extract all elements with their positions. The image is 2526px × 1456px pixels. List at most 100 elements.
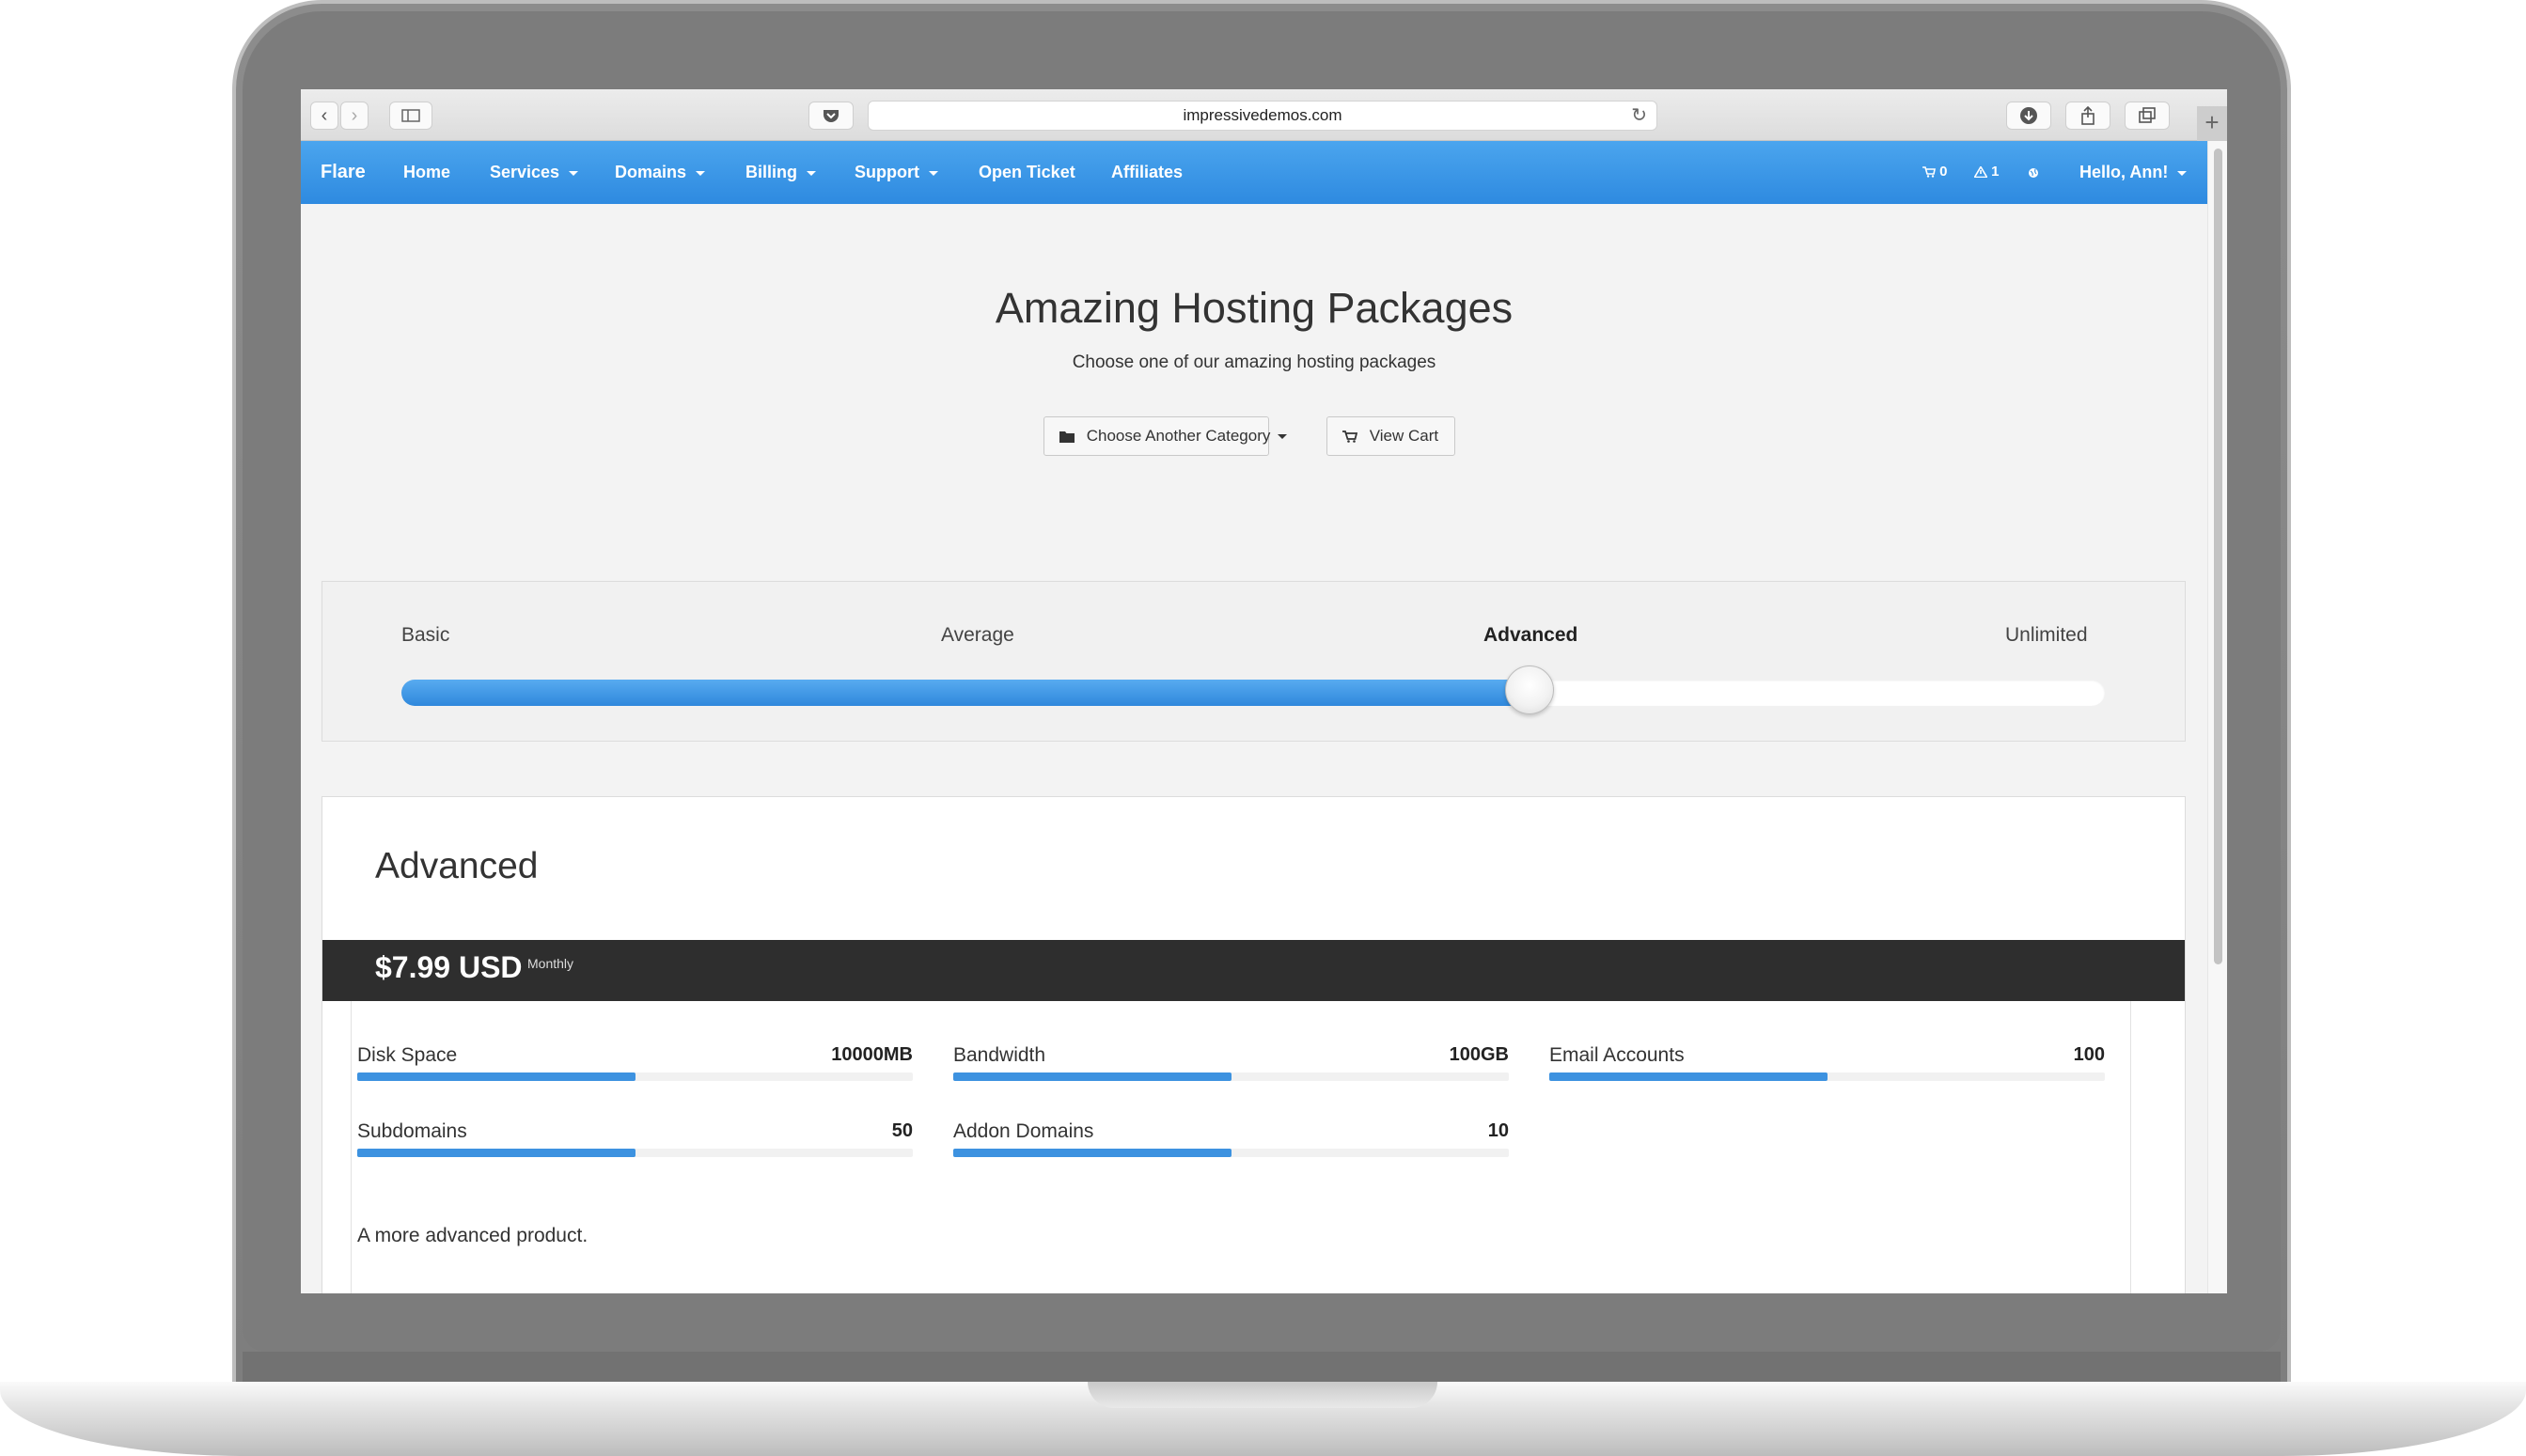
feature-bar-fill: [953, 1072, 1232, 1081]
tier-label-unlimited[interactable]: Unlimited: [2005, 624, 2088, 647]
back-button[interactable]: ‹: [310, 102, 338, 130]
caret-down-icon: [929, 170, 938, 176]
nav-services[interactable]: Services: [490, 141, 579, 204]
feature-bar: [357, 1072, 913, 1081]
page-content: Amazing Hosting Packages Choose one of o…: [301, 204, 2207, 1293]
feature-value: 100GB: [1449, 1044, 1509, 1065]
tier-label-advanced[interactable]: Advanced: [1483, 624, 1577, 647]
product-description: A more advanced product.: [357, 1225, 588, 1246]
browser-toolbar: ‹ › impressivedemos.com ↻ +: [301, 89, 2227, 141]
choose-category-button[interactable]: Choose Another Category: [1043, 416, 1288, 456]
warning-icon: [1973, 164, 1988, 179]
nav-billing-label: Billing: [745, 163, 797, 181]
nav-billing[interactable]: Billing: [745, 141, 816, 204]
tabs-icon: [2139, 107, 2156, 123]
choose-category-label: Choose Another Category: [1086, 427, 1271, 445]
feature-bar-fill: [357, 1072, 635, 1081]
nav-domains[interactable]: Domains: [615, 141, 706, 204]
screen: ‹ › impressivedemos.com ↻ + Flare Home S…: [301, 89, 2227, 1293]
feature-bar: [953, 1149, 1509, 1157]
feature-label: Addon Domains: [953, 1120, 1094, 1142]
nav-user-menu[interactable]: Hello, Ann!: [2079, 141, 2188, 204]
nav-affiliates[interactable]: Affiliates: [1111, 141, 1183, 204]
user-greeting: Hello, Ann!: [2079, 163, 2169, 181]
brand-logo[interactable]: Flare: [321, 141, 366, 204]
page-subtitle: Choose one of our amazing hosting packag…: [1072, 352, 1436, 372]
feature-label: Email Accounts: [1549, 1044, 1685, 1066]
nav-support-label: Support: [855, 163, 919, 181]
tier-label-average[interactable]: Average: [941, 624, 1014, 647]
caret-down-icon: [569, 170, 579, 176]
feature-bar-fill: [357, 1149, 635, 1157]
nav-cart[interactable]: 0: [1922, 141, 1948, 204]
feature-value: 100: [2073, 1044, 2105, 1065]
nav-home[interactable]: Home: [403, 141, 450, 204]
tier-label-basic[interactable]: Basic: [401, 624, 449, 647]
alerts-count: 1: [1991, 164, 2000, 180]
share-icon: [2081, 106, 2095, 125]
feature-list: Disk Space 10000MB Bandwidth 100GB Email…: [351, 1001, 2131, 1293]
scrollbar-thumb[interactable]: [2214, 149, 2222, 964]
feature-disk-space: Disk Space 10000MB: [357, 1044, 913, 1088]
reload-icon[interactable]: ↻: [1631, 102, 1647, 130]
feature-bandwidth: Bandwidth 100GB: [953, 1044, 1509, 1088]
globe-icon: [2029, 168, 2038, 179]
feature-label: Disk Space: [357, 1044, 458, 1066]
tabs-overview-button[interactable]: [2125, 102, 2170, 130]
feature-email-accounts: Email Accounts 100: [1549, 1044, 2105, 1088]
feature-bar: [1549, 1072, 2105, 1081]
nav-domains-label: Domains: [615, 163, 687, 181]
feature-bar-fill: [953, 1149, 1232, 1157]
page-scrollbar[interactable]: [2207, 141, 2227, 1293]
chevron-left-icon: ‹: [321, 104, 328, 126]
billing-cycle: Monthly: [527, 956, 574, 971]
nav-support[interactable]: Support: [855, 141, 938, 204]
caret-down-icon: [1278, 434, 1288, 440]
nav-services-label: Services: [490, 163, 560, 181]
cart-count: 0: [1939, 164, 1948, 180]
laptop-notch: [1088, 1382, 1437, 1408]
feature-bar: [953, 1072, 1509, 1081]
view-cart-button[interactable]: View Cart: [1326, 416, 1455, 456]
forward-button[interactable]: ›: [340, 102, 369, 130]
cart-icon: [1342, 431, 1358, 443]
sidebar-toggle-button[interactable]: [389, 102, 432, 130]
sidebar-icon: [401, 109, 420, 122]
nav-alerts[interactable]: 1: [1973, 141, 2000, 204]
chevron-right-icon: ›: [351, 104, 358, 126]
caret-down-icon: [696, 170, 706, 176]
plus-icon: +: [2204, 108, 2220, 136]
feature-addon-domains: Addon Domains 10: [953, 1120, 1509, 1164]
pocket-icon: [824, 110, 839, 122]
feature-value: 50: [891, 1120, 913, 1141]
product-price: $7.99 USD: [375, 950, 523, 984]
cart-icon: [1922, 166, 1936, 178]
slider-track[interactable]: [401, 680, 2105, 706]
share-button[interactable]: [2065, 102, 2110, 130]
product-name: Advanced: [375, 846, 539, 886]
product-card: Advanced $7.99 USD Monthly Disk Space 10…: [322, 796, 2186, 1293]
feature-bar-fill: [1549, 1072, 1828, 1081]
download-icon: [2020, 107, 2037, 124]
folder-icon: [1059, 431, 1075, 444]
feature-label: Bandwidth: [953, 1044, 1046, 1066]
new-tab-button[interactable]: +: [2197, 106, 2227, 141]
feature-value: 10: [1487, 1120, 1509, 1141]
slider-fill: [401, 680, 1530, 706]
address-bar[interactable]: impressivedemos.com ↻: [868, 101, 1657, 131]
feature-subdomains: Subdomains 50: [357, 1120, 913, 1164]
nav-open-ticket[interactable]: Open Ticket: [979, 141, 1075, 204]
view-cart-label: View Cart: [1369, 427, 1439, 445]
pocket-button[interactable]: [808, 102, 854, 130]
nav-language[interactable]: [2028, 141, 2039, 204]
url-text: impressivedemos.com: [1183, 106, 1342, 124]
feature-bar: [357, 1149, 913, 1157]
price-bar: $7.99 USD Monthly: [322, 940, 2185, 1001]
slider-handle[interactable]: [1504, 665, 1554, 714]
page-title: Amazing Hosting Packages: [995, 284, 1514, 332]
downloads-button[interactable]: [2006, 102, 2051, 130]
feature-value: 10000MB: [831, 1044, 913, 1065]
package-slider-panel: Basic Average Advanced Unlimited: [322, 581, 2186, 742]
feature-label: Subdomains: [357, 1120, 467, 1142]
site-navbar: Flare Home Services Domains Billing Supp…: [301, 141, 2207, 204]
